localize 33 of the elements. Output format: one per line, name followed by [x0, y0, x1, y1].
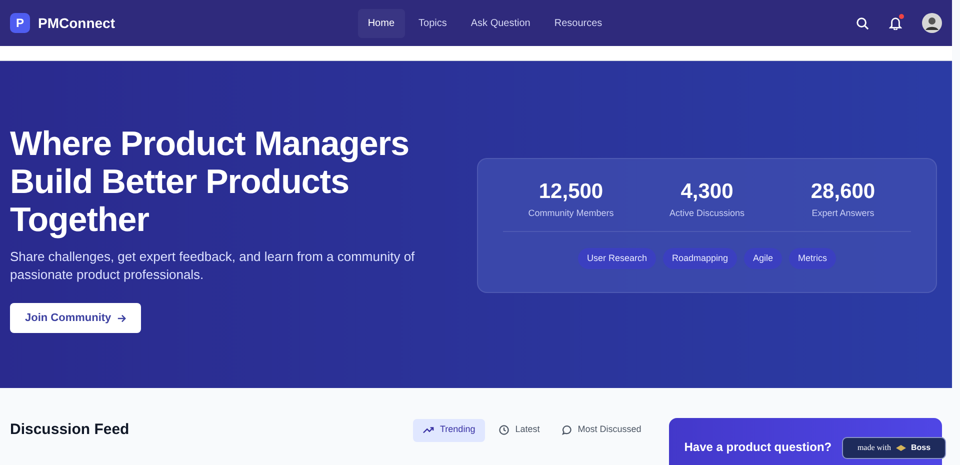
logo-icon[interactable]: P: [10, 13, 30, 33]
stat-label: Community Members: [528, 207, 614, 220]
chat-bubble-icon: [562, 425, 572, 435]
trend-up-icon: [423, 426, 434, 434]
topic-tag[interactable]: Roadmapping: [662, 248, 738, 269]
topic-tag[interactable]: Agile: [744, 248, 782, 269]
topic-tag[interactable]: Metrics: [789, 248, 836, 269]
section-title: Discussion Feed: [10, 420, 130, 440]
stat-label: Expert Answers: [812, 207, 874, 220]
search-icon[interactable]: [856, 16, 869, 30]
logo-icon: [896, 445, 906, 451]
nav-link[interactable]: Topics: [408, 8, 457, 38]
join-community-button[interactable]: Join Community: [10, 303, 142, 333]
card-title: Have a product question?: [684, 439, 832, 456]
stat-value: 12,500: [538, 179, 604, 205]
nav-link[interactable]: Home: [358, 8, 405, 38]
arrow-right-icon: [117, 314, 126, 322]
made-with-badge[interactable]: made with Boss: [842, 437, 946, 459]
clock-icon: [499, 425, 510, 435]
bell-icon[interactable]: [889, 16, 902, 30]
stat-label: Active Discussions: [669, 207, 745, 220]
stat-value: 4,300: [680, 179, 734, 205]
nav-link[interactable]: Ask Question: [460, 8, 540, 38]
brand-name[interactable]: PMConnect: [38, 12, 115, 34]
filter-tab[interactable]: Latest: [491, 418, 548, 442]
hero-title: Where Product Managers Build Better Products Together: [10, 125, 410, 239]
filter-tab[interactable]: Most Discussed: [554, 418, 650, 442]
filter-tab[interactable]: Trending: [413, 418, 486, 442]
avatar-icon[interactable]: [922, 13, 942, 33]
hero-subtitle: Share challenges, get expert feedback, and learn from a community of passionate product professionals.: [10, 248, 416, 284]
topic-tag[interactable]: User Research: [578, 248, 656, 269]
stat-value: 28,600: [810, 179, 876, 205]
nav-link[interactable]: Resources: [544, 8, 612, 38]
